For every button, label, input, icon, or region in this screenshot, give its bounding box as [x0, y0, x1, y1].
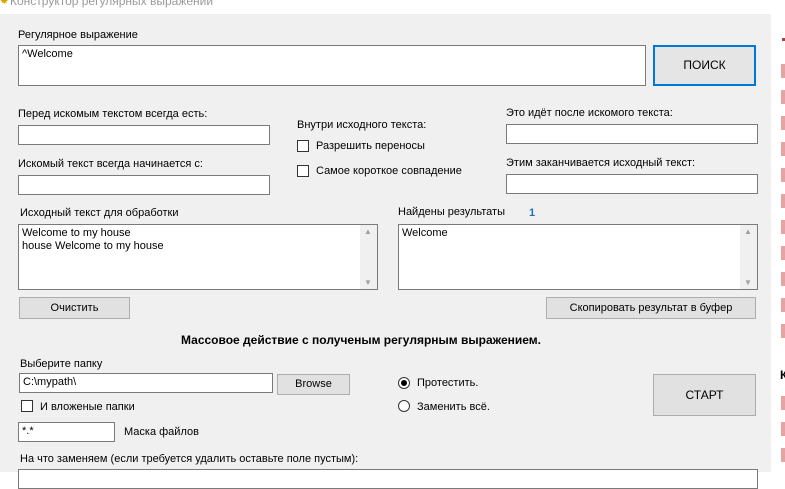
- right-panel-item[interactable]: [781, 324, 785, 338]
- right-panel-item[interactable]: [781, 116, 785, 130]
- shortest-match-checkbox[interactable]: [297, 165, 309, 177]
- folder-input[interactable]: C:\mypath\: [19, 373, 273, 393]
- right-panel-item[interactable]: [781, 142, 785, 156]
- subfolders-label: И вложеные папки: [40, 401, 135, 413]
- right-panel-item[interactable]: [781, 298, 785, 312]
- source-textarea[interactable]: Welcome to my house house Welcome to my …: [18, 224, 378, 290]
- test-radio[interactable]: [398, 377, 410, 389]
- scroll-up-icon[interactable]: ▲: [364, 227, 372, 236]
- starts-input[interactable]: [18, 175, 270, 195]
- regex-label: Регулярное выражение: [18, 29, 138, 41]
- clear-button[interactable]: Очистить: [19, 297, 130, 319]
- replace-with-input[interactable]: [18, 469, 758, 489]
- before-label: Перед искомым текстом всегда есть:: [18, 108, 208, 120]
- window-titlebar: ✸ Конструктор регулярных выражений: [0, 0, 785, 14]
- replace-with-label: На что заменяем (если требуется удалить …: [20, 453, 359, 465]
- replace-all-radio[interactable]: [398, 400, 410, 412]
- right-panel-item[interactable]: [781, 448, 785, 462]
- file-mask-label: Маска файлов: [124, 426, 199, 438]
- ends-input[interactable]: [506, 174, 758, 194]
- right-panel-item[interactable]: [781, 64, 785, 78]
- right-panel-item[interactable]: [781, 194, 785, 208]
- main-form: Регулярное выражение ^Welcome ПОИСК Пере…: [0, 14, 771, 489]
- results-count: 1: [529, 207, 536, 219]
- right-panel: К: [771, 14, 785, 472]
- scroll-up-icon[interactable]: ▲: [744, 227, 752, 236]
- starts-label: Искомый текст всегда начинается с:: [18, 158, 203, 170]
- right-panel-item[interactable]: [781, 396, 785, 410]
- after-input[interactable]: [506, 124, 758, 144]
- copy-result-button[interactable]: Скопировать результат в буфер: [546, 297, 756, 319]
- window-title: Конструктор регулярных выражений: [10, 0, 214, 8]
- ends-label: Этим заканчивается исходный текст:: [506, 157, 696, 169]
- scroll-down-icon[interactable]: ▼: [364, 278, 372, 287]
- browse-button[interactable]: Browse: [277, 374, 350, 395]
- regex-input[interactable]: ^Welcome: [18, 45, 646, 86]
- scroll-down-icon[interactable]: ▼: [744, 278, 752, 287]
- right-panel-item[interactable]: [781, 168, 785, 182]
- right-panel-item[interactable]: [781, 246, 785, 260]
- allow-wrap-checkbox[interactable]: [297, 140, 309, 152]
- test-radio-label: Протестить.: [417, 377, 479, 389]
- batch-heading: Массовое действие с полученым регулярным…: [181, 333, 541, 347]
- right-panel-item[interactable]: [781, 272, 785, 286]
- file-mask-input[interactable]: *.*: [18, 422, 115, 442]
- shortest-match-label: Самое короткое совпадение: [316, 165, 462, 177]
- allow-wrap-label: Разрешить переносы: [316, 140, 425, 152]
- app-icon: ✸: [0, 0, 9, 7]
- before-input[interactable]: [18, 125, 270, 145]
- inside-label: Внутри исходного текста:: [297, 119, 427, 131]
- source-label: Исходный текст для обработки: [20, 207, 179, 219]
- replace-all-radio-label: Заменить всё.: [417, 401, 490, 413]
- subfolders-checkbox[interactable]: [21, 400, 33, 412]
- search-button[interactable]: ПОИСК: [653, 45, 756, 86]
- results-textarea[interactable]: Welcome ▲ ▼: [398, 224, 758, 290]
- right-panel-item[interactable]: [781, 422, 785, 436]
- right-panel-item[interactable]: [781, 220, 785, 234]
- after-label: Это идёт после искомого текста:: [506, 107, 673, 119]
- results-scrollbar[interactable]: ▲ ▼: [740, 225, 757, 289]
- results-label: Найдены результаты: [398, 206, 505, 218]
- right-panel-label: К: [780, 368, 785, 382]
- source-scrollbar[interactable]: ▲ ▼: [360, 225, 377, 289]
- folder-label: Выберите папку: [20, 358, 103, 370]
- start-button[interactable]: СТАРТ: [653, 374, 756, 416]
- right-panel-item[interactable]: [781, 90, 785, 104]
